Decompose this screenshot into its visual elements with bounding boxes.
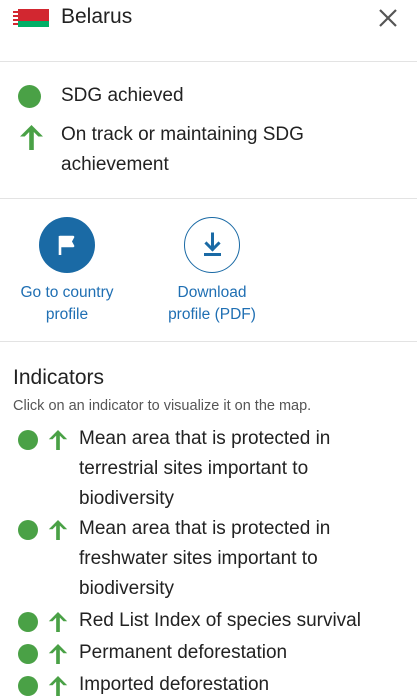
green-dot-icon: [18, 676, 38, 696]
country-header: Belarus: [0, 0, 417, 48]
country-name: Belarus: [61, 5, 133, 28]
indicator-label: Mean area that is protected in terrestri…: [79, 428, 331, 509]
divider: [0, 341, 417, 342]
divider: [0, 61, 417, 62]
flag-icon-circle: [39, 217, 95, 273]
legend-achieved-label: SDG achieved: [61, 85, 184, 106]
up-arrow-icon: [20, 125, 43, 150]
up-arrow-icon: [48, 612, 68, 632]
green-dot-icon: [18, 430, 38, 450]
indicators-subtitle: Click on an indicator to visualize it on…: [13, 398, 312, 414]
indicator-item-imported-deforestation[interactable]: Imported deforestation: [0, 670, 417, 697]
belarus-flag-icon: [13, 9, 49, 27]
up-arrow-icon: [48, 430, 68, 450]
flag-icon: [58, 235, 75, 255]
go-to-country-profile-button[interactable]: Go to country profile: [17, 217, 117, 326]
go-to-country-profile-label: Go to country profile: [20, 284, 114, 323]
indicator-label: Permanent deforestation: [79, 642, 288, 663]
green-dot-icon: [18, 520, 38, 540]
indicators-title: Indicators: [13, 366, 105, 389]
legend-on-track-label: On track or maintaining SDG achievement: [61, 124, 304, 175]
up-arrow-icon: [48, 520, 68, 540]
download-icon-circle: [184, 217, 240, 273]
green-dot-icon: [18, 644, 38, 664]
download-profile-button[interactable]: Download profile (PDF): [157, 217, 267, 326]
green-dot-icon: [18, 612, 38, 632]
indicator-item-red-list[interactable]: Red List Index of species survival: [0, 606, 417, 636]
legend-achieved-dot: [18, 85, 41, 108]
indicator-item-permanent-deforestation[interactable]: Permanent deforestation: [0, 638, 417, 668]
up-arrow-icon: [48, 676, 68, 696]
divider: [0, 198, 417, 199]
indicator-item-freshwater[interactable]: Mean area that is protected in freshwate…: [0, 514, 417, 602]
up-arrow-icon: [48, 644, 68, 664]
close-icon[interactable]: [376, 6, 400, 30]
download-icon: [203, 232, 221, 256]
indicator-label: Mean area that is protected in freshwate…: [79, 518, 331, 599]
indicator-label: Red List Index of species survival: [79, 610, 361, 631]
green-dot-icon: [18, 85, 41, 108]
download-profile-label: Download profile (PDF): [168, 284, 256, 323]
indicator-item-terrestrial[interactable]: Mean area that is protected in terrestri…: [0, 424, 417, 512]
indicator-label: Imported deforestation: [79, 674, 270, 695]
